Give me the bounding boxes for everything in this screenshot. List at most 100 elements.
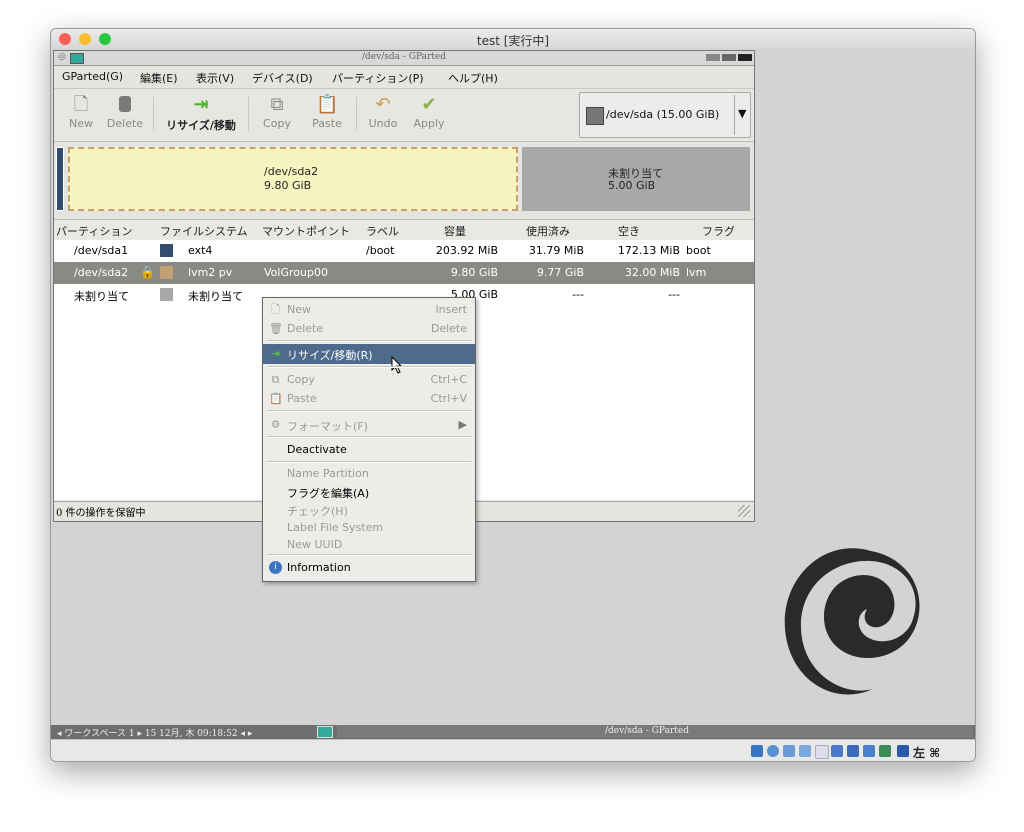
usb-icon[interactable] bbox=[815, 745, 829, 759]
menu-view[interactable]: 表示(V) bbox=[196, 70, 234, 86]
trash-icon bbox=[114, 95, 136, 115]
menu-partition[interactable]: パーティション(P) bbox=[332, 70, 424, 86]
workspace-switcher[interactable]: ◂ ワークスペース 1 ▸ 15 12月, 木 09:18:52 ◂ ▸ bbox=[57, 726, 252, 739]
toolbar: 🗋 New Delete ⇥ リサイズ/移動 ⧉ Copy 📋 Paste ↶ … bbox=[54, 89, 754, 142]
menu-gparted[interactable]: GParted(G) bbox=[62, 70, 123, 83]
menu-item-deactivate[interactable]: Deactivate bbox=[263, 440, 475, 460]
graph-p1-size: 9.80 GiB bbox=[264, 179, 312, 192]
dropdown-arrow-icon[interactable]: ▼ bbox=[738, 107, 746, 120]
col-flags[interactable]: フラグ bbox=[702, 223, 735, 239]
window-title: test [実行中] bbox=[476, 34, 550, 48]
taskbar-task[interactable]: /dev/sda - GParted bbox=[337, 725, 973, 738]
harddisk-icon[interactable] bbox=[751, 745, 763, 757]
partition-block-sda2[interactable]: /dev/sda2 9.80 GiB bbox=[68, 147, 518, 211]
menu-help[interactable]: ヘルプ(H) bbox=[448, 70, 498, 86]
menu-item-new-uuid[interactable]: New UUID bbox=[263, 535, 475, 553]
copy-label: Copy bbox=[263, 117, 291, 130]
audio-icon[interactable] bbox=[783, 745, 795, 757]
col-label[interactable]: ラベル bbox=[366, 223, 399, 239]
col-mountpoint[interactable]: マウントポイント bbox=[262, 223, 350, 239]
resize-label: リサイズ/移動 bbox=[166, 119, 236, 132]
table-row[interactable]: /dev/sda1 ext4 /boot 203.92 MiB 31.79 Mi… bbox=[54, 240, 754, 262]
debian-logo bbox=[784, 548, 920, 695]
menu-item-label-fs[interactable]: Label File System bbox=[263, 518, 475, 536]
minimize-icon[interactable] bbox=[706, 54, 720, 61]
maximize-icon[interactable] bbox=[722, 54, 736, 61]
menu-item-paste[interactable]: 📋 Paste Ctrl+V bbox=[263, 389, 475, 409]
graph-p2-size: 5.00 GiB bbox=[608, 179, 656, 192]
virtualbox-window: test [実行中] ◎ /dev/sda - GParted GParted(… bbox=[50, 28, 976, 762]
mac-titlebar[interactable]: test [実行中] bbox=[51, 29, 975, 50]
menu-item-copy[interactable]: ⧉ Copy Ctrl+C bbox=[263, 370, 475, 390]
menu-item-delete[interactable]: 🗑 Delete Delete bbox=[263, 319, 475, 339]
cell-used: --- bbox=[572, 288, 584, 301]
resize-grip[interactable] bbox=[738, 505, 750, 517]
app-icon[interactable] bbox=[317, 726, 333, 738]
partition-graph: /dev/sda2 9.80 GiB 未割り当て 5.00 GiB bbox=[56, 145, 752, 213]
close-icon[interactable] bbox=[738, 54, 752, 61]
paste-button[interactable]: 📋 Paste bbox=[304, 91, 350, 137]
cell-fs: ext4 bbox=[188, 244, 213, 257]
menu-item-new[interactable]: 🗋 New Insert bbox=[263, 300, 475, 320]
apply-button[interactable]: ✔ Apply bbox=[406, 91, 452, 137]
cell-partition: /dev/sda1 bbox=[74, 244, 129, 257]
gparted-title: /dev/sda - GParted bbox=[362, 52, 446, 62]
delete-label: Delete bbox=[106, 117, 144, 130]
resize-move-button[interactable]: ⇥ リサイズ/移動 bbox=[158, 91, 244, 137]
network-icon[interactable] bbox=[799, 745, 811, 757]
menu-label: Name Partition bbox=[287, 467, 369, 480]
menu-item-format[interactable]: ⚙ フォーマット(F) ▶ bbox=[263, 415, 475, 435]
gparted-titlebar[interactable]: ◎ /dev/sda - GParted bbox=[54, 51, 754, 66]
shared-folder-icon[interactable] bbox=[831, 745, 843, 757]
cell-fs: 未割り当て bbox=[188, 290, 243, 303]
menu-item-check[interactable]: チェック(H) bbox=[263, 500, 475, 518]
submenu-arrow-icon: ▶ bbox=[458, 418, 467, 431]
graph-p1-name: /dev/sda2 bbox=[264, 165, 319, 178]
toolbar-separator bbox=[248, 97, 249, 131]
undo-button[interactable]: ↶ Undo bbox=[360, 91, 406, 137]
col-free[interactable]: 空き bbox=[618, 223, 640, 239]
menu-item-edit-flags[interactable]: フラグを編集(A) bbox=[263, 482, 475, 500]
menu-item-name-partition[interactable]: Name Partition bbox=[263, 464, 475, 482]
fs-color-swatch bbox=[160, 244, 173, 257]
col-partition[interactable]: パーティション bbox=[56, 223, 132, 239]
col-size[interactable]: 容量 bbox=[444, 223, 466, 239]
new-document-icon: 🗋 bbox=[73, 94, 89, 115]
cell-free: 172.13 MiB bbox=[617, 244, 680, 257]
optical-drive-icon[interactable] bbox=[767, 745, 779, 757]
menu-label: チェック(H) bbox=[287, 505, 348, 518]
toolbar-separator bbox=[356, 97, 357, 131]
menu-edit[interactable]: 編集(E) bbox=[140, 70, 178, 86]
task-label: /dev/sda - GParted bbox=[605, 726, 689, 736]
copy-button[interactable]: ⧉ Copy bbox=[254, 91, 300, 137]
col-filesystem[interactable]: ファイルシステム bbox=[160, 223, 248, 239]
menu-item-resize-move[interactable]: ⇥ リサイズ/移動(R) bbox=[263, 344, 475, 364]
paste-label: Paste bbox=[312, 117, 342, 130]
delete-button[interactable]: Delete bbox=[102, 91, 148, 137]
display-icon[interactable] bbox=[847, 745, 859, 757]
menu-label: Label File System bbox=[287, 521, 384, 534]
menu-label: フォーマット(F) bbox=[287, 420, 368, 433]
menu-label: New UUID bbox=[287, 538, 343, 551]
menu-accel: Delete bbox=[430, 322, 467, 335]
virtualbox-statusbar: 左 ⌘ bbox=[51, 739, 975, 761]
menu-item-information[interactable]: i Information bbox=[263, 558, 475, 578]
device-selector[interactable]: /dev/sda (15.00 GiB) ▼ bbox=[579, 92, 751, 138]
cpu-icon[interactable] bbox=[879, 745, 891, 757]
menu-label: Copy bbox=[287, 373, 315, 386]
menu-label: New bbox=[287, 303, 311, 316]
new-button[interactable]: 🗋 New bbox=[58, 91, 104, 137]
cell-size: 203.92 MiB bbox=[435, 244, 498, 257]
context-menu: 🗋 New Insert 🗑 Delete Delete ⇥ リサイズ/移動(R… bbox=[262, 297, 476, 582]
menu-device[interactable]: デバイス(D) bbox=[252, 70, 313, 86]
table-row-selected[interactable]: /dev/sda2 🔒 lvm2 pv VolGroup00 9.80 GiB … bbox=[54, 262, 754, 284]
partition-block-sda1[interactable] bbox=[56, 147, 64, 211]
combo-divider bbox=[734, 95, 735, 135]
paste-icon: 📋 bbox=[269, 392, 283, 405]
menu-label: Delete bbox=[287, 322, 324, 335]
unallocated-block[interactable]: 未割り当て 5.00 GiB bbox=[522, 147, 750, 211]
video-capture-icon[interactable] bbox=[863, 745, 875, 757]
mouse-integration-icon[interactable] bbox=[897, 745, 909, 757]
col-used[interactable]: 使用済み bbox=[526, 223, 570, 239]
new-document-icon: 🗋 bbox=[271, 303, 280, 316]
